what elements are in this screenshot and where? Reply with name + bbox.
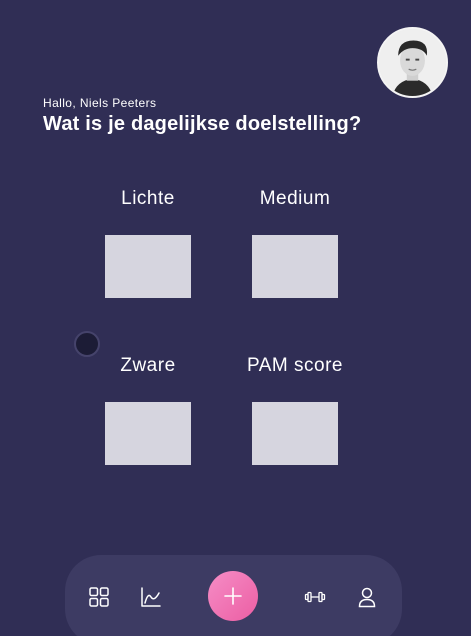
goal-label-pam-score: PAM score [246, 355, 343, 376]
goal-label-lichte: Lichte [121, 188, 175, 209]
goal-label-medium: Medium [259, 188, 331, 209]
chart-line-icon[interactable] [139, 585, 163, 609]
goal-input-zware[interactable] [105, 402, 191, 465]
avatar[interactable] [377, 27, 448, 98]
goal-input-pam-score[interactable] [252, 402, 338, 465]
dumbbell-icon[interactable] [303, 585, 327, 609]
greeting-text: Hallo, Niels Peeters [43, 96, 157, 110]
grid-icon[interactable] [87, 585, 111, 609]
profile-photo [379, 29, 446, 96]
add-button[interactable] [208, 571, 258, 621]
goal-input-medium[interactable] [252, 235, 338, 298]
scroll-indicator[interactable] [74, 331, 100, 357]
user-icon[interactable] [355, 585, 379, 609]
goal-input-lichte[interactable] [105, 235, 191, 298]
goal-label-zware: Zware [120, 355, 176, 376]
plus-icon [224, 587, 242, 605]
page-title: Wat is je dagelijkse doelstelling? [43, 113, 362, 135]
